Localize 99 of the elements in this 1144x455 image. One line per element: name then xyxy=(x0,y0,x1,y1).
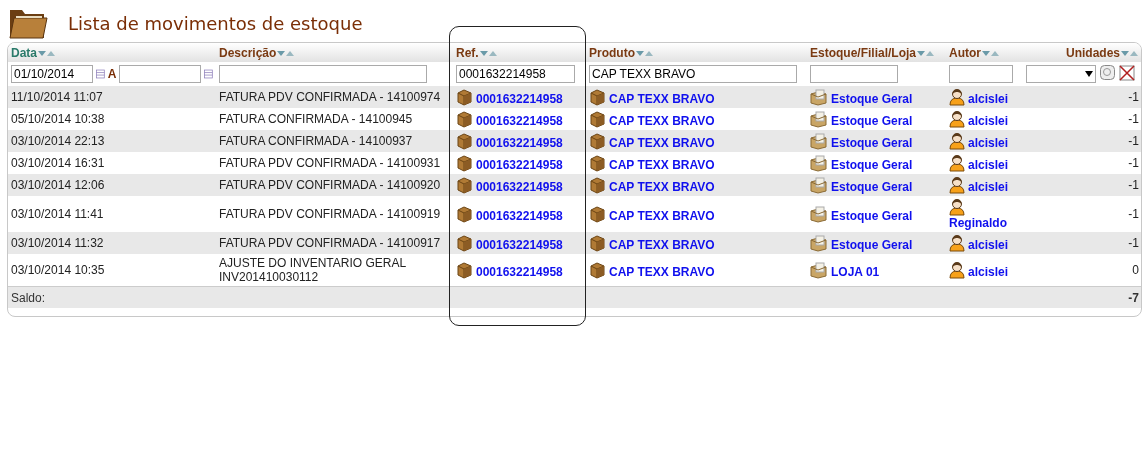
person-icon xyxy=(949,176,965,194)
box-icon xyxy=(589,110,606,128)
units-cell: -1 xyxy=(1023,130,1141,152)
balance-total: -7 xyxy=(1023,286,1141,308)
person-icon xyxy=(949,154,965,172)
description-cell: AJUSTE DO INVENTARIO GERAL INV201410030112 xyxy=(216,254,453,287)
stock-link[interactable]: Estoque Geral xyxy=(831,208,913,223)
product-link[interactable]: CAP TEXX BRAVO xyxy=(609,113,715,128)
date-cell: 03/10/2014 11:32 xyxy=(8,232,216,254)
date-cell: 11/10/2014 11:07 xyxy=(8,86,216,108)
column-header[interactable]: Ref. xyxy=(453,43,586,62)
units-cell: -1 xyxy=(1023,108,1141,130)
date-to-field[interactable] xyxy=(119,65,202,83)
box-icon xyxy=(456,154,473,172)
stock-link[interactable]: Estoque Geral xyxy=(831,157,913,172)
description-cell: FATURA PDV CONFIRMADA - 14100931 xyxy=(216,152,453,174)
box-with-paper-icon xyxy=(810,261,828,279)
column-header[interactable]: Data xyxy=(8,43,216,62)
box-icon xyxy=(456,110,473,128)
box-icon xyxy=(456,88,473,106)
units-cell: -1 xyxy=(1023,174,1141,196)
date-from-field[interactable]: 01/10/2014 xyxy=(11,65,93,83)
column-header[interactable]: Produto xyxy=(586,43,807,62)
sort-arrows-icon[interactable] xyxy=(916,49,935,57)
author-filter-field[interactable] xyxy=(949,65,1013,83)
product-link[interactable]: CAP TEXX BRAVO xyxy=(609,208,715,223)
box-with-paper-icon xyxy=(810,154,828,172)
description-cell: FATURA CONFIRMADA - 14100945 xyxy=(216,108,453,130)
clear-icon[interactable] xyxy=(1119,65,1135,81)
calendar-icon[interactable] xyxy=(204,68,213,80)
column-header[interactable]: Autor xyxy=(946,43,1023,62)
range-separator: A xyxy=(107,67,117,81)
units-cell: -1 xyxy=(1023,86,1141,108)
ref-filter-field[interactable]: 0001632214958 xyxy=(456,65,575,83)
sort-arrows-icon[interactable] xyxy=(1120,49,1139,57)
person-icon xyxy=(949,261,965,279)
ref-link[interactable]: 0001632214958 xyxy=(476,208,563,223)
sort-arrows-icon[interactable] xyxy=(276,49,296,57)
ref-link[interactable]: 0001632214958 xyxy=(476,157,563,172)
box-icon xyxy=(589,261,606,279)
stock-link[interactable]: LOJA 01 xyxy=(831,264,880,279)
date-cell: 03/10/2014 10:35 xyxy=(8,254,216,287)
person-icon xyxy=(949,234,965,252)
ref-link[interactable]: 0001632214958 xyxy=(476,113,563,128)
box-icon xyxy=(589,176,606,194)
box-icon xyxy=(456,176,473,194)
column-header[interactable]: Estoque/Filial/Loja xyxy=(807,43,946,62)
box-icon xyxy=(589,154,606,172)
sort-arrows-icon[interactable] xyxy=(981,49,1000,57)
date-cell: 03/10/2014 22:13 xyxy=(8,130,216,152)
units-cell: -1 xyxy=(1023,232,1141,254)
product-link[interactable]: CAP TEXX BRAVO xyxy=(609,157,715,172)
box-icon xyxy=(589,205,606,223)
sort-arrows-icon[interactable] xyxy=(478,49,498,57)
units-dropdown[interactable] xyxy=(1026,65,1096,83)
column-header[interactable]: Unidades xyxy=(1023,43,1141,62)
author-link[interactable]: alcislei xyxy=(968,265,1009,279)
search-icon[interactable] xyxy=(1100,65,1115,80)
date-cell: 03/10/2014 12:06 xyxy=(8,174,216,196)
units-cell: 0 xyxy=(1023,254,1141,287)
date-cell: 03/10/2014 16:31 xyxy=(8,152,216,174)
description-filter-field[interactable] xyxy=(219,65,427,83)
box-icon xyxy=(589,234,606,252)
date-cell: 05/10/2014 10:38 xyxy=(8,108,216,130)
product-link[interactable]: CAP TEXX BRAVO xyxy=(609,264,715,279)
description-cell: FATURA PDV CONFIRMADA - 14100919 xyxy=(216,196,453,232)
person-icon xyxy=(949,198,965,216)
stock-filter-field[interactable] xyxy=(810,65,898,83)
description-cell: FATURA CONFIRMADA - 14100937 xyxy=(216,130,453,152)
product-filter-field[interactable]: CAP TEXX BRAVO xyxy=(589,65,797,83)
ref-link[interactable]: 0001632214958 xyxy=(476,264,563,279)
person-icon xyxy=(949,132,965,150)
sort-arrows-icon[interactable] xyxy=(37,49,56,57)
date-cell: 03/10/2014 11:41 xyxy=(8,196,216,232)
description-cell: FATURA PDV CONFIRMADA - 14100917 xyxy=(216,232,453,254)
author-link[interactable]: Reginaldo xyxy=(949,216,1007,230)
box-icon xyxy=(456,205,473,223)
calendar-icon[interactable] xyxy=(96,68,105,80)
box-icon xyxy=(456,132,473,150)
box-icon xyxy=(456,261,473,279)
author-link[interactable]: alcislei xyxy=(968,158,1009,172)
stock-link[interactable]: Estoque Geral xyxy=(831,113,913,128)
balance-label: Saldo: xyxy=(8,286,216,308)
box-icon xyxy=(456,234,473,252)
description-cell: FATURA PDV CONFIRMADA - 14100920 xyxy=(216,174,453,196)
column-header[interactable]: Descrição xyxy=(216,43,453,62)
box-icon xyxy=(589,132,606,150)
person-icon xyxy=(949,88,965,106)
box-with-paper-icon xyxy=(810,205,828,223)
units-cell: -1 xyxy=(1023,152,1141,174)
box-with-paper-icon xyxy=(810,110,828,128)
sort-arrows-icon[interactable] xyxy=(635,49,654,57)
description-cell: FATURA PDV CONFIRMADA - 14100974 xyxy=(216,86,453,108)
dropdown-arrow-icon xyxy=(1085,71,1093,77)
person-icon xyxy=(949,110,965,128)
page-title: Lista de movimentos de estoque xyxy=(68,12,363,34)
box-icon xyxy=(589,88,606,106)
author-link[interactable]: alcislei xyxy=(968,114,1009,128)
units-cell: -1 xyxy=(1023,196,1141,232)
